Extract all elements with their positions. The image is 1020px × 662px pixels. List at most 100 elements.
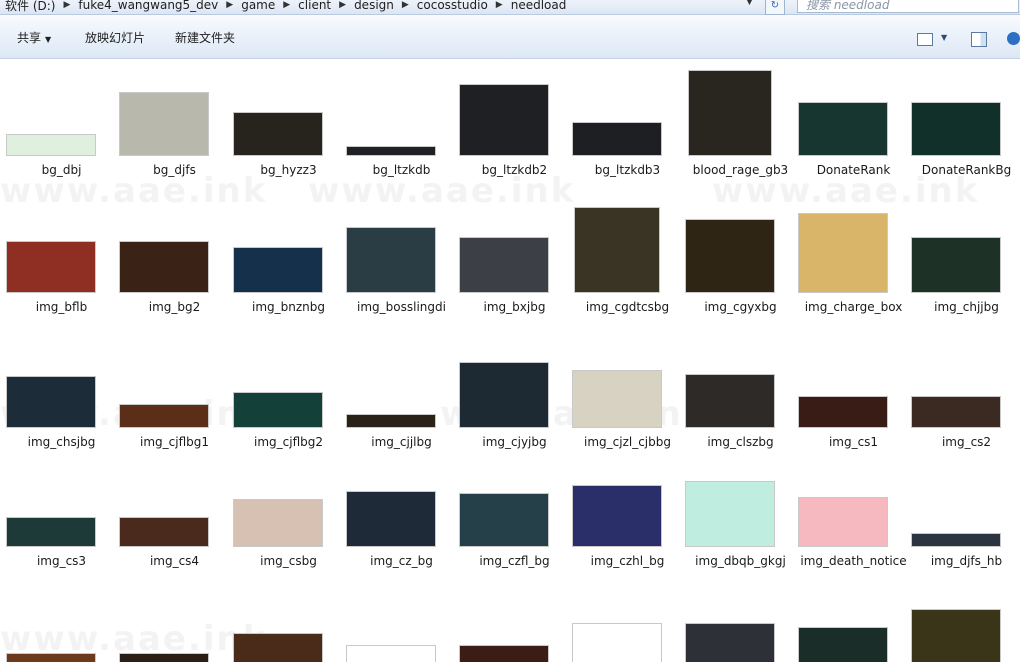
file-name: img_cgyxbg xyxy=(704,300,777,314)
file-thumbnail xyxy=(6,376,96,428)
file-thumbnail xyxy=(685,481,775,547)
file-thumbnail xyxy=(346,645,436,662)
refresh-icon[interactable]: ↻ xyxy=(765,0,785,15)
slideshow-button[interactable]: 放映幻灯片 xyxy=(85,29,145,46)
file-name: img_cs4 xyxy=(149,554,200,568)
file-thumbnail xyxy=(233,112,323,156)
file-name: img_bnznbg xyxy=(251,300,325,314)
file-name: bg_djfs xyxy=(153,163,196,177)
new-folder-button[interactable]: 新建文件夹 xyxy=(175,29,235,46)
file-name: img_cjflbg2 xyxy=(254,435,323,449)
file-name: img_czfl_bg xyxy=(479,554,550,568)
file-name: img_dbqb_gkgj xyxy=(695,554,786,568)
file-thumbnail xyxy=(911,237,1001,293)
file-thumbnail xyxy=(911,533,1001,547)
file-thumbnail xyxy=(459,237,549,293)
breadcrumb-cocosstudio[interactable]: cocosstudio xyxy=(412,0,493,12)
file-name: img_cgdtcsbg xyxy=(585,300,670,314)
file-thumbnail xyxy=(459,645,549,662)
file-thumbnail xyxy=(911,102,1001,156)
file-name: DonateRank xyxy=(816,163,891,177)
breadcrumb-game[interactable]: game xyxy=(236,0,280,12)
breadcrumb-client[interactable]: client xyxy=(293,0,336,12)
file-thumbnail xyxy=(911,396,1001,428)
chevron-right-icon[interactable]: ▶ xyxy=(60,0,73,10)
file-thumbnail xyxy=(798,102,888,156)
file-thumbnail xyxy=(233,247,323,293)
file-thumbnail xyxy=(119,404,209,428)
file-name: bg_ltzkdb xyxy=(372,163,431,177)
file-thumbnail xyxy=(119,653,209,662)
file-thumbnail xyxy=(572,370,662,428)
breadcrumb-drive[interactable]: 软件 (D:) xyxy=(0,0,60,14)
file-name: img_charge_box xyxy=(804,300,903,314)
file-name: img_clszbg xyxy=(707,435,774,449)
file-thumbnail xyxy=(685,374,775,428)
file-list[interactable]: www.aae.ink www.aae.ink www.aae.ink www.… xyxy=(0,59,1020,662)
breadcrumb-project[interactable]: fuke4_wangwang5_dev xyxy=(73,0,223,12)
file-thumbnail xyxy=(911,609,1001,662)
file-thumbnail xyxy=(572,485,662,547)
file-name: bg_ltzkdb3 xyxy=(594,163,661,177)
file-thumbnail xyxy=(574,207,660,293)
chevron-right-icon[interactable]: ▶ xyxy=(493,0,506,10)
file-name: img_bg2 xyxy=(148,300,201,314)
file-thumbnail xyxy=(459,362,549,428)
file-name: img_bflb xyxy=(35,300,88,314)
file-name: img_czhl_bg xyxy=(590,554,665,568)
file-thumbnail xyxy=(572,122,662,156)
file-thumbnail xyxy=(119,241,209,293)
file-name: img_cjzl_cjbbg xyxy=(584,435,671,449)
file-thumbnail xyxy=(233,633,323,662)
address-dropdown-icon[interactable]: ▼ xyxy=(746,0,753,7)
file-thumbnail xyxy=(6,134,96,156)
preview-pane-icon[interactable] xyxy=(971,32,987,47)
command-toolbar: 共享 ▼ 放映幻灯片 新建文件夹 ▼ xyxy=(0,15,1020,59)
share-label: 共享 xyxy=(17,31,42,45)
share-button[interactable]: 共享 ▼ xyxy=(17,29,51,46)
file-thumbnail xyxy=(798,213,888,293)
file-thumbnail xyxy=(685,219,775,293)
breadcrumb: 软件 (D:) ▶ fuke4_wangwang5_dev ▶ game ▶ c… xyxy=(0,0,571,14)
file-name: img_cs2 xyxy=(941,435,992,449)
file-thumbnail xyxy=(572,623,662,662)
help-icon[interactable] xyxy=(1007,32,1020,45)
file-thumbnail xyxy=(346,227,436,293)
file-thumbnail xyxy=(459,493,549,547)
file-name: img_cjyjbg xyxy=(482,435,547,449)
file-thumbnail xyxy=(6,653,96,662)
file-name: DonateRankBg xyxy=(921,163,1012,177)
chevron-right-icon[interactable]: ▶ xyxy=(336,0,349,10)
breadcrumb-design[interactable]: design xyxy=(349,0,399,12)
file-name: bg_ltzkdb2 xyxy=(481,163,548,177)
file-thumbnail xyxy=(685,623,775,662)
file-name: bg_hyzz3 xyxy=(260,163,317,177)
file-thumbnail xyxy=(346,491,436,547)
address-bar[interactable]: 软件 (D:) ▶ fuke4_wangwang5_dev ▶ game ▶ c… xyxy=(0,0,1020,15)
views-icon[interactable] xyxy=(917,33,933,46)
views-dropdown-icon[interactable]: ▼ xyxy=(941,33,947,42)
file-name: img_chjjbg xyxy=(934,300,999,314)
file-thumbnail xyxy=(119,92,209,156)
chevron-right-icon[interactable]: ▶ xyxy=(399,0,412,10)
file-thumbnail xyxy=(798,497,888,547)
file-thumbnail xyxy=(119,517,209,547)
file-thumbnail xyxy=(233,499,323,547)
file-thumbnail xyxy=(688,70,772,156)
chevron-right-icon[interactable]: ▶ xyxy=(223,0,236,10)
file-thumbnail xyxy=(346,414,436,428)
breadcrumb-needload[interactable]: needload xyxy=(506,0,572,12)
file-thumbnail xyxy=(798,627,888,662)
file-name: img_djfs_hb xyxy=(930,554,1003,568)
file-name: img_cz_bg xyxy=(370,554,433,568)
file-name: img_csbg xyxy=(260,554,317,568)
file-name: img_cs1 xyxy=(828,435,879,449)
chevron-right-icon[interactable]: ▶ xyxy=(280,0,293,10)
file-thumbnail xyxy=(6,241,96,293)
file-name: img_cs3 xyxy=(36,554,87,568)
search-input[interactable]: 搜索 needload xyxy=(797,0,1019,13)
file-name: blood_rage_gb3 xyxy=(692,163,789,177)
file-name: img_cjjlbg xyxy=(371,435,432,449)
file-name: bg_dbj xyxy=(41,163,82,177)
file-thumbnail xyxy=(798,396,888,428)
